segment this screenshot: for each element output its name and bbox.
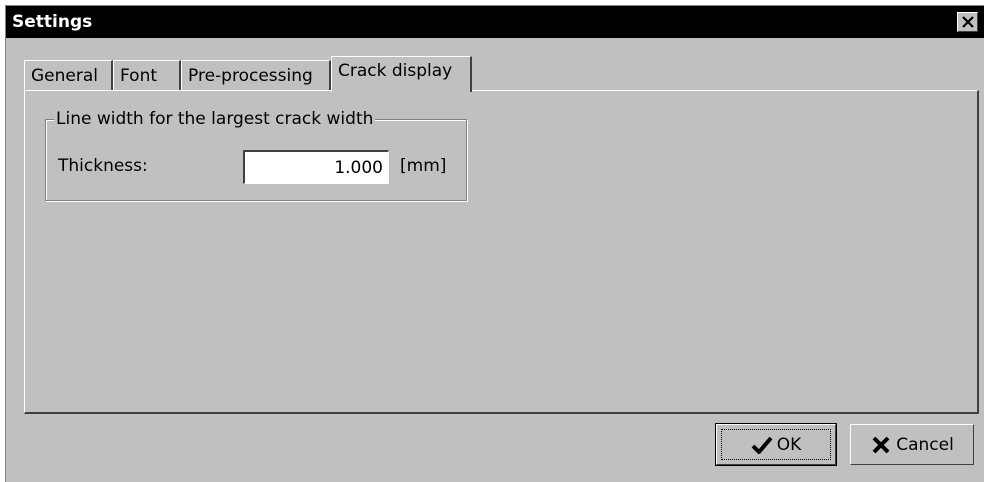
ok-label: OK: [776, 434, 802, 455]
tab-crack-display[interactable]: Crack display: [331, 56, 472, 92]
tab-general-label: General: [31, 66, 98, 86]
title-bar[interactable]: Settings: [6, 6, 984, 38]
ok-button[interactable]: OK: [715, 423, 837, 466]
close-button[interactable]: [957, 12, 978, 32]
line-width-group-title: Line width for the largest crack width: [54, 109, 376, 129]
cancel-label: Cancel: [896, 434, 954, 455]
thickness-label: Thickness:: [58, 156, 148, 176]
tab-crack-display-label: Crack display: [338, 61, 453, 81]
line-width-group: Line width for the largest crack width T…: [45, 109, 467, 201]
tab-general[interactable]: General: [24, 60, 113, 90]
tab-panel-crack-display: Line width for the largest crack width T…: [24, 90, 979, 414]
tab-pre-processing[interactable]: Pre-processing: [181, 60, 331, 90]
window-title: Settings: [12, 12, 93, 32]
thickness-unit: [mm]: [400, 156, 447, 176]
close-icon: [962, 16, 974, 28]
tab-font[interactable]: Font: [113, 60, 181, 90]
tab-pre-processing-label: Pre-processing: [188, 66, 313, 86]
checkmark-icon: [751, 436, 773, 454]
tab-font-label: Font: [120, 66, 158, 86]
thickness-input[interactable]: [243, 150, 389, 184]
settings-dialog: Settings General Font Pre-processing Cra…: [5, 5, 984, 482]
x-icon: [872, 436, 890, 453]
cancel-button[interactable]: Cancel: [850, 424, 974, 465]
